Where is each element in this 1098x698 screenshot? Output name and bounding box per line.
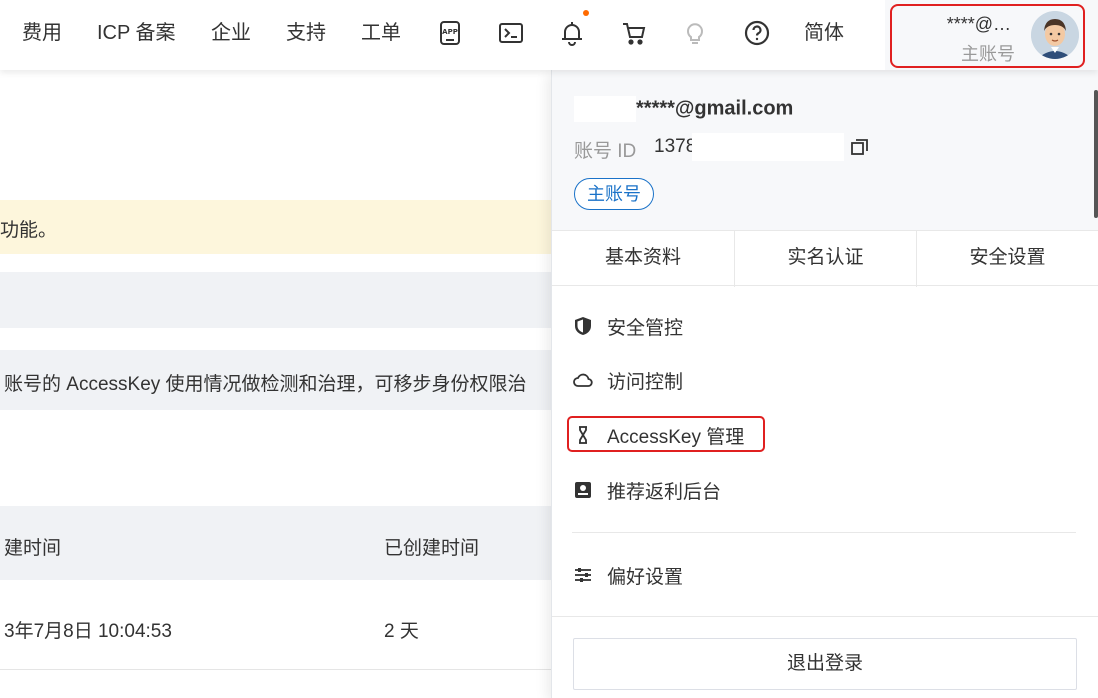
- nav-enterprise[interactable]: 企业: [211, 20, 251, 46]
- account-menu-trigger[interactable]: ****@… 主账号: [890, 4, 1085, 68]
- menu-item-label: 推荐返利后台: [607, 482, 722, 503]
- menu-item-preferences[interactable]: 偏好设置: [572, 555, 772, 595]
- menu-item-security-control[interactable]: 安全管控: [572, 306, 772, 346]
- nav-support[interactable]: 支持: [286, 20, 326, 46]
- grey-bar: [0, 272, 560, 328]
- column-header-create-time: 建时间: [4, 538, 62, 559]
- redaction-mask: [574, 96, 636, 122]
- nav-fees[interactable]: 费用: [22, 20, 62, 46]
- footer-divider: [552, 616, 1098, 617]
- tab-basic-info[interactable]: 基本资料: [552, 231, 734, 287]
- terminal-icon[interactable]: [497, 19, 525, 47]
- dashboard-icon: [572, 479, 594, 501]
- notification-dot: [583, 10, 589, 16]
- menu-item-accesskey[interactable]: AccessKey 管理: [572, 415, 772, 455]
- avatar: [1031, 11, 1079, 59]
- account-tabs: 基本资料 实名认证 安全设置: [552, 230, 1098, 287]
- menu-item-label: AccessKey 管理: [607, 427, 745, 448]
- account-id-label: 账号 ID: [574, 141, 637, 162]
- notice-banner: 功能。: [0, 200, 560, 254]
- svg-text:APP: APP: [442, 28, 458, 36]
- cart-icon[interactable]: [620, 19, 648, 47]
- tab-real-name[interactable]: 实名认证: [734, 231, 916, 287]
- account-email: ****@…: [946, 14, 1011, 34]
- account-type: 主账号: [961, 44, 1015, 64]
- tab-security[interactable]: 安全设置: [916, 231, 1098, 287]
- copy-icon[interactable]: [849, 136, 871, 158]
- scrollbar[interactable]: [1094, 90, 1098, 218]
- key-icon: [572, 424, 594, 446]
- cell-created-duration: 2 天: [384, 621, 419, 642]
- menu-item-label: 偏好设置: [607, 567, 684, 588]
- menu-item-label: 访问控制: [607, 372, 684, 393]
- menu-divider: [572, 532, 1076, 533]
- language-switch[interactable]: 简体: [804, 20, 844, 46]
- lightbulb-icon[interactable]: [681, 19, 709, 47]
- main-account-badge: 主账号: [574, 178, 654, 210]
- cell-create-time: 3年7月8日 10:04:53: [4, 621, 172, 642]
- notice-banner-text: 功能。: [0, 220, 58, 241]
- account-dropdown: *****@gmail.com 账号 ID 1378 主账号 基本资料 实名认证…: [551, 70, 1098, 698]
- top-nav-bar: 费用 ICP 备案 企业 支持 工单 APP 简体 ****@… 主账号: [0, 0, 1098, 70]
- nav-ticket[interactable]: 工单: [361, 20, 401, 46]
- info-bar: 账号的 AccessKey 使用情况做检测和治理，可移步身份权限治: [0, 350, 560, 410]
- bell-icon[interactable]: [558, 19, 586, 47]
- sliders-icon: [572, 564, 594, 586]
- logout-button[interactable]: 退出登录: [573, 638, 1077, 690]
- account-summary: *****@gmail.com 账号 ID 1378 主账号: [552, 70, 1098, 230]
- app-icon[interactable]: APP: [436, 19, 464, 47]
- menu-item-referral[interactable]: 推荐返利后台: [572, 470, 772, 510]
- table-header: 建时间 已创建时间: [0, 506, 560, 580]
- info-bar-text: 账号的 AccessKey 使用情况做检测和治理，可移步身份权限治: [4, 374, 527, 395]
- cloud-icon: [572, 369, 594, 391]
- shield-icon: [572, 315, 594, 337]
- column-header-created-duration: 已创建时间: [384, 538, 480, 559]
- menu-item-access-control[interactable]: 访问控制: [572, 360, 772, 400]
- redaction-mask: [692, 133, 844, 161]
- account-full-email: *****@gmail.com: [574, 96, 793, 122]
- table-row: 3年7月8日 10:04:53 2 天: [0, 580, 560, 670]
- menu-item-label: 安全管控: [607, 318, 684, 339]
- nav-icp[interactable]: ICP 备案: [97, 20, 176, 46]
- help-icon[interactable]: [743, 19, 771, 47]
- account-id-value: 1378: [654, 136, 697, 157]
